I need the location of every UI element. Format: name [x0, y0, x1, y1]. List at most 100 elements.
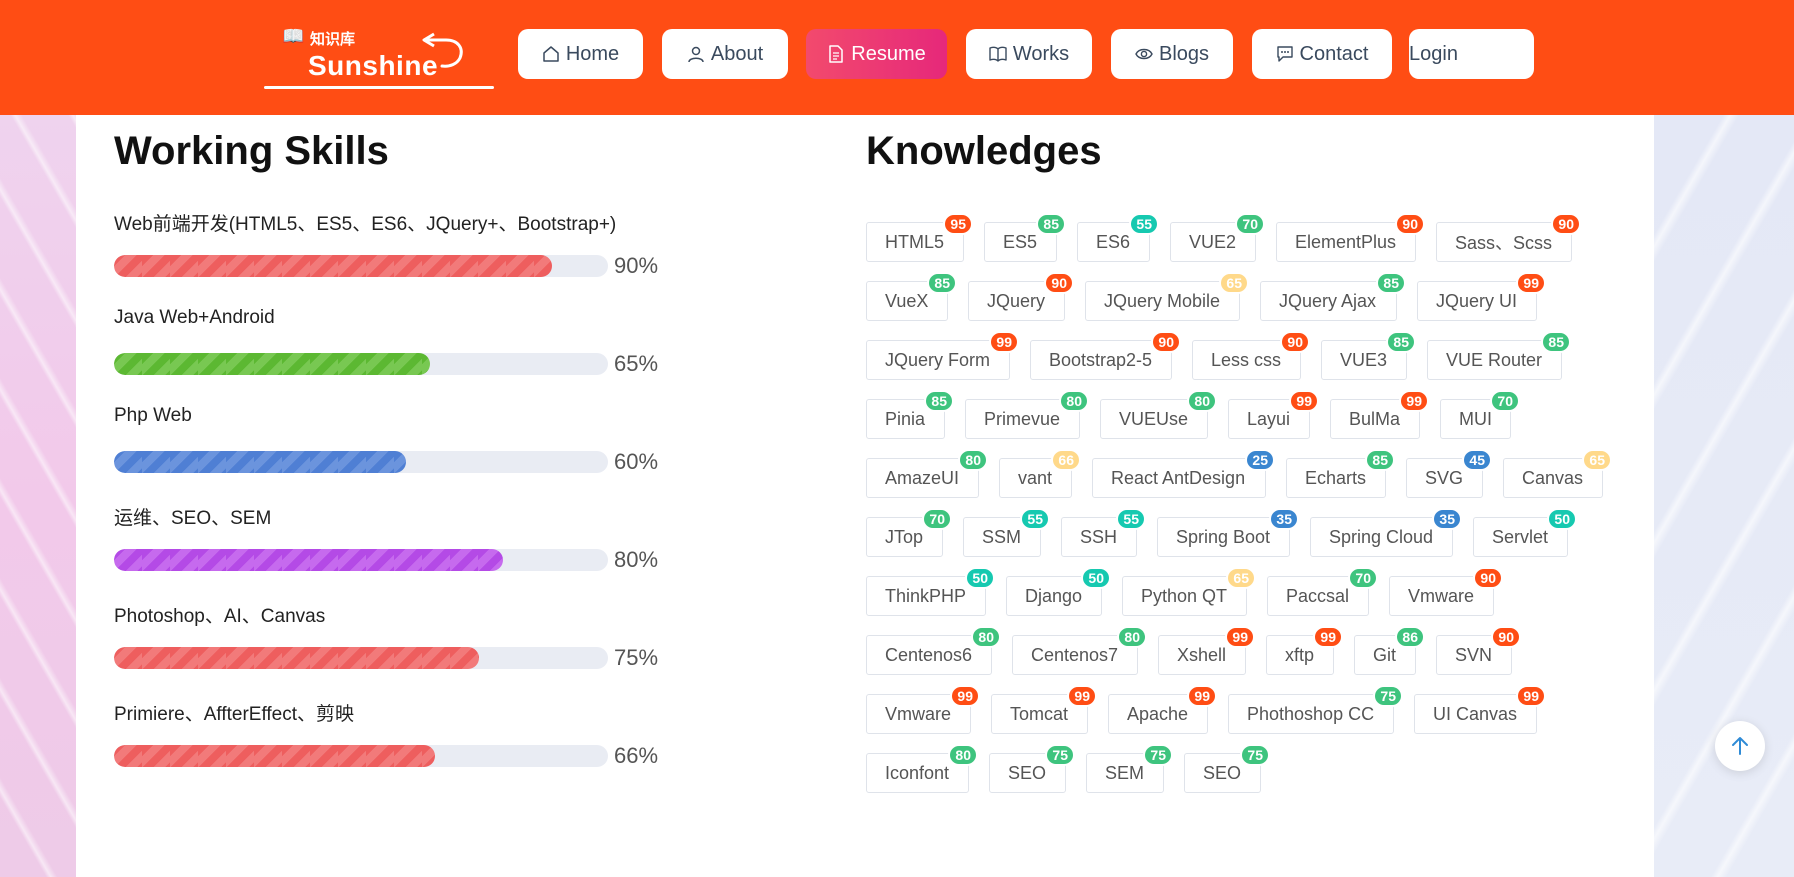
knowledge-tag[interactable]: UI Canvas 99 [1414, 685, 1546, 734]
knowledge-tag[interactable]: JTop 70 [866, 508, 952, 557]
knowledge-tag[interactable]: Pinia 85 [866, 390, 954, 439]
knowledge-level-badge: 55 [1020, 508, 1050, 530]
knowledge-tag-label: vant [1018, 467, 1053, 488]
knowledge-tag[interactable]: Sass、Scss 90 [1436, 213, 1581, 262]
knowledge-tag[interactable]: Spring Cloud 35 [1310, 508, 1462, 557]
knowledge-tag[interactable]: VueX 85 [866, 272, 957, 321]
knowledge-tag[interactable]: VUEUse 80 [1100, 390, 1217, 439]
nav-home-button[interactable]: Home [518, 29, 643, 79]
knowledge-tag[interactable]: Centenos7 80 [1012, 626, 1147, 675]
knowledge-tag[interactable]: Django 50 [1006, 567, 1111, 616]
knowledge-tag[interactable]: AmazeUI 80 [866, 449, 988, 498]
scroll-to-top-button[interactable] [1715, 721, 1765, 771]
knowledge-tag[interactable]: Iconfont 80 [866, 744, 978, 793]
knowledge-tag-label: UI Canvas [1433, 703, 1518, 724]
knowledge-tag[interactable]: SSH 55 [1061, 508, 1146, 557]
knowledge-tag[interactable]: BulMa 99 [1330, 390, 1429, 439]
knowledge-level-badge: 90 [1280, 331, 1310, 353]
arrow-up-icon [1732, 737, 1748, 755]
knowledge-tag-label: Git [1373, 644, 1397, 665]
knowledge-tag-label: Vmware [1408, 585, 1475, 606]
knowledge-tag[interactable]: SEO 75 [989, 744, 1075, 793]
knowledge-tag[interactable]: Less css 90 [1192, 331, 1310, 380]
skill-name: 运维、SEO、SEM [114, 508, 272, 529]
knowledge-level-badge: 85 [1365, 449, 1395, 471]
knowledge-level-badge: 99 [950, 685, 980, 707]
skill-percent: 75% [614, 645, 659, 670]
knowledge-level-badge: 55 [1116, 508, 1146, 530]
knowledge-tag[interactable]: Spring Boot 35 [1157, 508, 1299, 557]
knowledge-tag[interactable]: ElementPlus 90 [1276, 213, 1425, 262]
knowledge-tag[interactable]: VUE2 70 [1170, 213, 1265, 262]
knowledge-tag-label: JQuery Mobile [1104, 290, 1221, 311]
knowledge-tag[interactable]: Centenos6 80 [866, 626, 1001, 675]
knowledge-tag[interactable]: xftp 99 [1266, 626, 1343, 675]
knowledge-tag-label: VUE2 [1189, 231, 1237, 252]
knowledge-tag[interactable]: ThinkPHP 50 [866, 567, 995, 616]
knowledge-tag[interactable]: JQuery 90 [968, 272, 1074, 321]
nav-about-button[interactable]: About [662, 29, 788, 79]
brand-logo[interactable]: 📖 知识库 Sunshine [264, 22, 494, 90]
nav-label: About [710, 42, 764, 65]
knowledge-tag[interactable]: MUI 70 [1440, 390, 1520, 439]
knowledge-tag-label: Phothoshop CC [1247, 703, 1375, 724]
nav-contact-button[interactable]: Contact [1252, 29, 1392, 79]
knowledge-tag[interactable]: SSM 55 [963, 508, 1050, 557]
knowledge-tag-label: Bootstrap2-5 [1049, 349, 1153, 370]
knowledge-level-badge: 35 [1269, 508, 1299, 530]
knowledge-tag[interactable]: Vmware 90 [1389, 567, 1503, 616]
knowledge-tag[interactable]: Layui 99 [1228, 390, 1319, 439]
knowledge-tag-label: Spring Cloud [1329, 526, 1434, 547]
knowledge-tag-label: Centenos7 [1031, 644, 1119, 665]
knowledge-tag[interactable]: Servlet 50 [1473, 508, 1577, 557]
knowledge-tag[interactable]: JQuery Form 99 [866, 331, 1019, 380]
knowledge-tag[interactable]: Canvas 65 [1503, 449, 1612, 498]
knowledge-tag-label: ElementPlus [1295, 231, 1397, 252]
knowledge-tag[interactable]: JQuery UI 99 [1417, 272, 1546, 321]
background-decoration-left [0, 115, 76, 877]
knowledge-tag-label: MUI [1459, 408, 1492, 429]
knowledge-tag-label: Pinia [885, 408, 926, 429]
knowledge-tag[interactable]: SVN 90 [1436, 626, 1521, 675]
knowledge-level-badge: 90 [1044, 272, 1074, 294]
skills-title: Working Skills [114, 129, 389, 173]
knowledge-tag[interactable]: HTML5 95 [866, 213, 973, 262]
knowledge-tag[interactable]: Echarts 85 [1286, 449, 1395, 498]
nav-works-button[interactable]: Works [966, 29, 1092, 79]
knowledge-tag[interactable]: React AntDesign 25 [1092, 449, 1275, 498]
knowledge-tag[interactable]: Apache 99 [1108, 685, 1217, 734]
knowledge-tag[interactable]: JQuery Ajax 85 [1260, 272, 1406, 321]
skill-progress-track [114, 549, 608, 571]
knowledge-tag[interactable]: ES5 85 [984, 213, 1066, 262]
book-icon [989, 45, 1007, 63]
knowledge-tag-label: JQuery Ajax [1279, 290, 1377, 311]
knowledge-tag[interactable]: Tomcat 99 [991, 685, 1097, 734]
knowledge-tag[interactable]: SEM 75 [1086, 744, 1173, 793]
knowledge-level-badge: 70 [1490, 390, 1520, 412]
knowledge-tag[interactable]: SVG 45 [1406, 449, 1492, 498]
nav-blogs-button[interactable]: Blogs [1111, 29, 1233, 79]
knowledge-tag[interactable]: Python QT 65 [1122, 567, 1256, 616]
knowledge-tag[interactable]: VUE3 85 [1321, 331, 1416, 380]
knowledge-tag[interactable]: Paccsal 70 [1267, 567, 1378, 616]
knowledge-tag[interactable]: vant 66 [999, 449, 1081, 498]
knowledge-tag[interactable]: SEO 75 [1184, 744, 1270, 793]
knowledge-tag[interactable]: Bootstrap2-5 90 [1030, 331, 1181, 380]
knowledge-level-badge: 99 [1225, 626, 1255, 648]
knowledge-level-badge: 50 [1547, 508, 1577, 530]
knowledge-level-badge: 55 [1129, 213, 1159, 235]
knowledge-tag[interactable]: Vmware 99 [866, 685, 980, 734]
knowledge-tag-label: Echarts [1305, 467, 1367, 488]
knowledge-tag[interactable]: JQuery Mobile 65 [1085, 272, 1249, 321]
knowledge-level-badge: 75 [1240, 744, 1270, 766]
knowledge-tag[interactable]: Xshell 99 [1158, 626, 1255, 675]
knowledge-tag[interactable]: ES6 55 [1077, 213, 1159, 262]
knowledge-tag[interactable]: VUE Router 85 [1427, 331, 1571, 380]
nav-login-button[interactable]: Login [1409, 29, 1534, 79]
knowledge-tag-label: React AntDesign [1111, 467, 1246, 488]
knowledge-tag[interactable]: Phothoshop CC 75 [1228, 685, 1403, 734]
knowledge-tag[interactable]: Primevue 80 [965, 390, 1089, 439]
knowledge-tag[interactable]: Git 86 [1354, 626, 1425, 675]
nav-resume-button[interactable]: Resume [806, 29, 947, 79]
nav-label: Works [1012, 42, 1070, 65]
